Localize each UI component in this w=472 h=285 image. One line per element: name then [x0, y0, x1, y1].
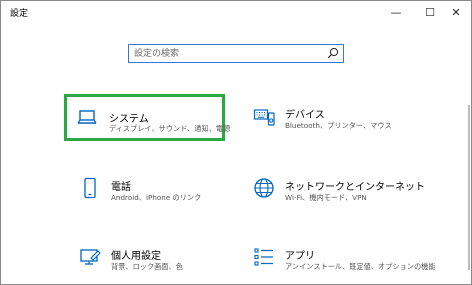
- tile-apps-desc: アンインストール、既定値、オプションの機能: [285, 262, 436, 271]
- tile-network-desc: Wi-Fi、機内モード、VPN: [285, 193, 367, 202]
- search-icon[interactable]: [327, 47, 339, 59]
- tile-phone[interactable]: 電話 Android、iPhone のリンク: [67, 169, 267, 213]
- search-input[interactable]: [134, 46, 324, 61]
- maximize-icon: ☐: [425, 5, 435, 19]
- globe-icon: [254, 178, 274, 198]
- tile-devices-name: デバイス: [285, 110, 325, 121]
- tile-network[interactable]: ネットワークとインターネット Wi-Fi、機内モード、VPN: [241, 169, 441, 213]
- tile-personalization-name: 個人用設定: [111, 251, 161, 262]
- laptop-icon: [77, 110, 97, 124]
- tile-apps-name: アプリ: [285, 251, 315, 262]
- minimize-button[interactable]: —: [379, 1, 413, 23]
- phone-icon: [84, 177, 96, 199]
- tile-devices-desc: Bluetooth、プリンター、マウス: [285, 121, 392, 130]
- personalization-icon: [80, 249, 101, 265]
- tile-personalization-desc: 背景、ロック画面、色: [111, 262, 183, 271]
- tile-network-name: ネットワークとインターネット: [285, 182, 425, 193]
- close-button[interactable]: ✕: [439, 1, 471, 23]
- tile-system-name: システム: [109, 114, 149, 125]
- tile-devices[interactable]: デバイス Bluetooth、プリンター、マウス: [241, 97, 441, 141]
- scrollbar[interactable]: [468, 105, 470, 270]
- tile-system[interactable]: システム ディスプレイ、サウンド、通知、電源: [64, 94, 230, 141]
- tile-system-desc: ディスプレイ、サウンド、通知、電源: [109, 124, 231, 133]
- keyboard-speaker-icon: [253, 109, 275, 126]
- tile-phone-desc: Android、iPhone のリンク: [111, 193, 202, 202]
- tile-personalization[interactable]: 個人用設定 背景、ロック画面、色: [67, 238, 267, 282]
- title-bar: 設定 — ☐ ✕: [1, 1, 471, 25]
- minimize-icon: —: [390, 5, 402, 19]
- close-icon: ✕: [451, 5, 461, 19]
- apps-list-icon: [254, 248, 273, 266]
- settings-window: 設定 — ☐ ✕ システム ディスプレイ、サウンド、通知、電源 デバイス Blu…: [0, 0, 472, 285]
- tile-apps[interactable]: アプリ アンインストール、既定値、オプションの機能: [241, 238, 441, 282]
- window-title: 設定: [10, 9, 29, 19]
- search-box[interactable]: [128, 44, 344, 63]
- tile-phone-name: 電話: [111, 182, 131, 193]
